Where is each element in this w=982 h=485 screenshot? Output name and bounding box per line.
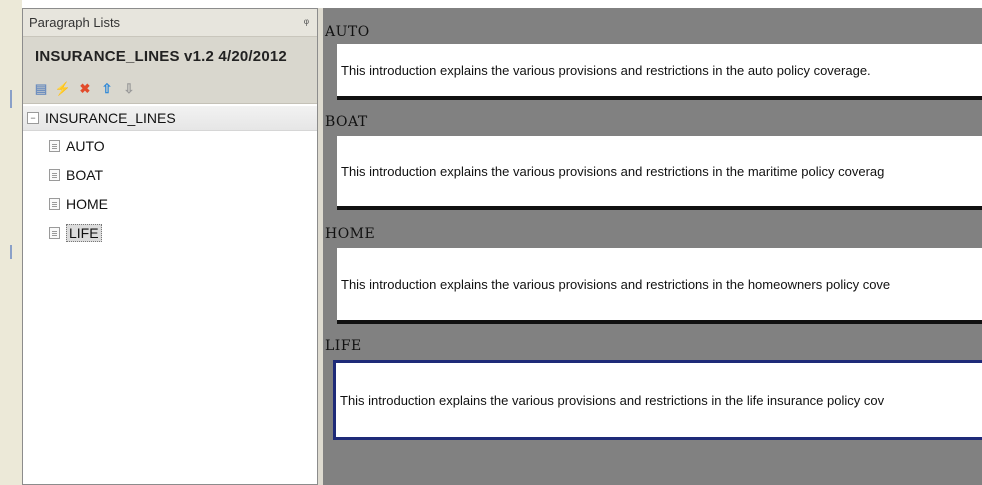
tree-item-boat[interactable]: BOAT	[23, 160, 317, 189]
paragraph-box-boat[interactable]: This introduction explains the various p…	[337, 136, 982, 210]
paragraph-box-home[interactable]: This introduction explains the various p…	[337, 248, 982, 324]
panel-toolbar: ▤ ⚡ ✖ ⇧ ⇩	[23, 75, 317, 104]
paragraph-tree: − INSURANCE_LINES AUTO BOAT HOME LIFE	[23, 104, 317, 247]
paragraph-lists-panel: Paragraph Lists ᵠ INSURANCE_LINES v1.2 4…	[22, 8, 318, 485]
down-arrow-icon[interactable]: ⇩	[121, 81, 137, 97]
lightning-icon[interactable]: ⚡	[55, 81, 71, 97]
document-title: INSURANCE_LINES v1.2 4/20/2012	[23, 37, 317, 75]
edge-marker	[10, 245, 12, 259]
tree-item-label: HOME	[66, 195, 108, 212]
paragraph-box-life[interactable]: This introduction explains the various p…	[333, 360, 982, 440]
document-icon	[49, 168, 60, 181]
tree-item-life[interactable]: LIFE	[23, 218, 317, 247]
edge-marker	[10, 90, 12, 108]
tree-root-label: INSURANCE_LINES	[45, 110, 176, 126]
section-label-life: LIFE	[325, 338, 362, 354]
preview-area: AUTO This introduction explains the vari…	[323, 8, 982, 485]
tree-item-label: AUTO	[66, 137, 105, 154]
document-icon	[49, 197, 60, 210]
section-label-home: HOME	[325, 226, 376, 242]
document-icon	[49, 139, 60, 152]
tree-item-label: LIFE	[66, 223, 102, 242]
panel-title: Paragraph Lists	[29, 15, 121, 30]
panel-header: Paragraph Lists ᵠ	[23, 9, 317, 37]
tree-item-auto[interactable]: AUTO	[23, 131, 317, 160]
tree-item-home[interactable]: HOME	[23, 189, 317, 218]
document-icon	[49, 226, 60, 239]
tree-root[interactable]: − INSURANCE_LINES	[23, 106, 317, 131]
section-label-auto: AUTO	[325, 24, 370, 40]
paragraph-box-auto[interactable]: This introduction explains the various p…	[337, 44, 982, 100]
delete-icon[interactable]: ✖	[77, 81, 93, 97]
up-arrow-icon[interactable]: ⇧	[99, 81, 115, 97]
pin-icon[interactable]: ᵠ	[304, 16, 309, 30]
section-label-boat: BOAT	[325, 114, 368, 130]
collapse-icon[interactable]: −	[27, 112, 39, 124]
window-edge	[0, 0, 22, 485]
tree-item-label: BOAT	[66, 166, 104, 183]
new-icon[interactable]: ▤	[33, 81, 49, 97]
